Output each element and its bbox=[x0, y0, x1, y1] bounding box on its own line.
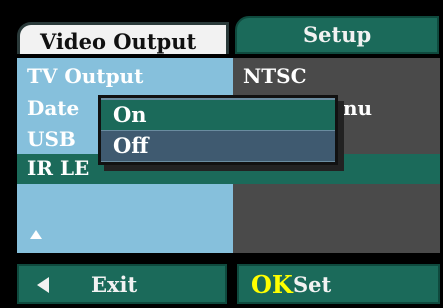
menu-value-tv-output: NTSC bbox=[243, 64, 307, 88]
exit-label: Exit bbox=[91, 272, 138, 297]
set-label: Set bbox=[293, 272, 332, 297]
menu-value-date: nu bbox=[343, 96, 373, 120]
left-arrow-icon bbox=[37, 277, 49, 293]
popup-option-off-label: Off bbox=[113, 133, 149, 158]
tab-video-output-label: Video Output bbox=[40, 29, 197, 54]
tab-setup[interactable]: Setup bbox=[235, 16, 439, 54]
tab-video-output[interactable]: Video Output bbox=[17, 22, 229, 54]
popup-option-off[interactable]: Off bbox=[101, 131, 335, 161]
set-button[interactable]: OK Set bbox=[237, 264, 440, 304]
popup-option-on-label: On bbox=[113, 102, 147, 127]
option-popup: On Off bbox=[98, 95, 338, 165]
exit-button[interactable]: Exit bbox=[17, 264, 227, 304]
menu-item-ir-led[interactable]: IR LE bbox=[27, 156, 89, 180]
popup-option-on[interactable]: On bbox=[101, 100, 335, 130]
tab-setup-label: Setup bbox=[303, 22, 372, 47]
menu-item-date[interactable]: Date bbox=[27, 96, 79, 120]
menu-item-tv-output[interactable]: TV Output bbox=[27, 64, 143, 88]
scroll-up-icon bbox=[30, 230, 42, 239]
ok-key-label: OK bbox=[251, 270, 293, 299]
menu-item-usb[interactable]: USB bbox=[27, 127, 76, 151]
